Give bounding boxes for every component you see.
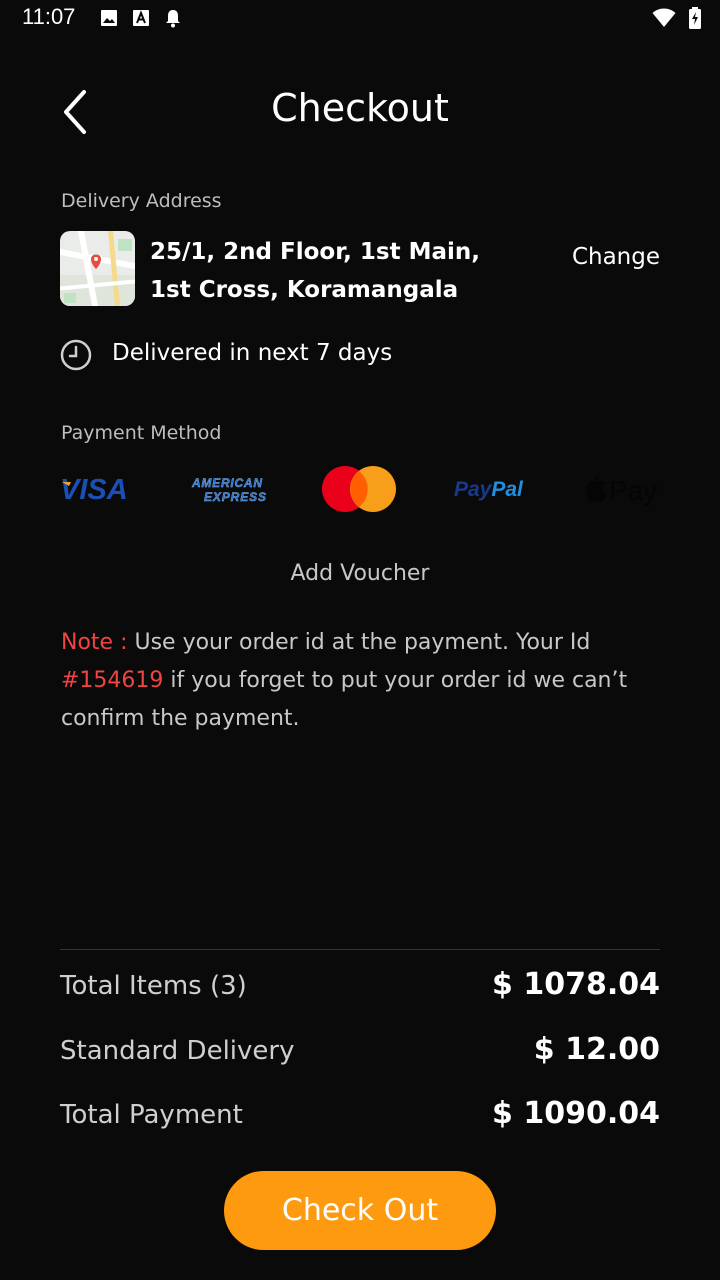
paypal-icon: PayPal: [454, 478, 524, 501]
payment-option-mastercard[interactable]: [321, 462, 399, 516]
svg-text:PayPal: PayPal: [454, 478, 524, 501]
order-id: #154619: [61, 668, 164, 693]
svg-text:EXPRESS: EXPRESS: [204, 490, 266, 504]
notification-icons: [100, 8, 182, 32]
payment-option-apple-pay[interactable]: Pay: [583, 462, 660, 516]
svg-text:Pay: Pay: [609, 475, 657, 506]
svg-text:AMERICAN: AMERICAN: [191, 476, 262, 490]
summary-value: $ 1078.04: [492, 967, 660, 1002]
clock-icon: [60, 339, 92, 371]
summary-label: Total Items (3): [60, 971, 247, 1001]
summary-label: Total Payment: [60, 1100, 243, 1130]
wifi-icon: [652, 8, 676, 32]
image-icon: [100, 9, 118, 31]
font-icon: [132, 9, 150, 31]
delivery-address-label: Delivery Address: [61, 190, 222, 212]
payment-option-amex[interactable]: AMERICAN EXPRESS: [190, 462, 268, 516]
delivery-eta: Delivered in next 7 days: [112, 340, 393, 366]
summary-row-delivery: Standard Delivery $ 12.00: [60, 1032, 660, 1076]
summary-value: $ 1090.04: [492, 1096, 660, 1131]
payment-option-visa[interactable]: VISA: [60, 462, 138, 516]
apple-pay-icon: Pay: [586, 475, 657, 506]
status-bar: 11:07: [0, 0, 720, 40]
summary-value: $ 12.00: [533, 1032, 660, 1067]
payment-note: Note : Use your order id at the payment.…: [61, 624, 661, 738]
svg-text:VISA: VISA: [60, 474, 128, 504]
checkout-button[interactable]: Check Out: [224, 1171, 496, 1250]
amex-icon: AMERICAN EXPRESS: [191, 476, 266, 504]
add-voucher-button[interactable]: Add Voucher: [0, 561, 720, 586]
delivery-address: 25/1, 2nd Floor, 1st Main, 1st Cross, Ko…: [150, 239, 481, 303]
page-title: Checkout: [271, 86, 449, 130]
change-address-button[interactable]: Change: [572, 244, 660, 270]
summary-label: Standard Delivery: [60, 1036, 295, 1066]
map-thumbnail: [60, 231, 135, 306]
map-icon: [60, 231, 135, 306]
note-prefix: Note :: [61, 630, 128, 655]
summary-row-items: Total Items (3) $ 1078.04: [60, 967, 660, 1011]
payment-option-paypal[interactable]: PayPal: [452, 462, 532, 516]
payment-methods: VISA AMERICAN EXPRESS PayPal Pay: [60, 462, 660, 516]
system-icons: [652, 7, 702, 33]
mastercard-icon: [322, 466, 396, 512]
payment-method-label: Payment Method: [61, 422, 222, 444]
summary-row-total: Total Payment $ 1090.04: [60, 1096, 660, 1140]
divider: [60, 949, 660, 950]
note-text-1: Use your order id at the payment. Your I…: [127, 630, 591, 655]
bell-icon: [164, 8, 182, 32]
visa-icon: VISA: [60, 474, 128, 504]
status-time: 11:07: [22, 4, 76, 29]
battery-icon: [688, 7, 702, 33]
